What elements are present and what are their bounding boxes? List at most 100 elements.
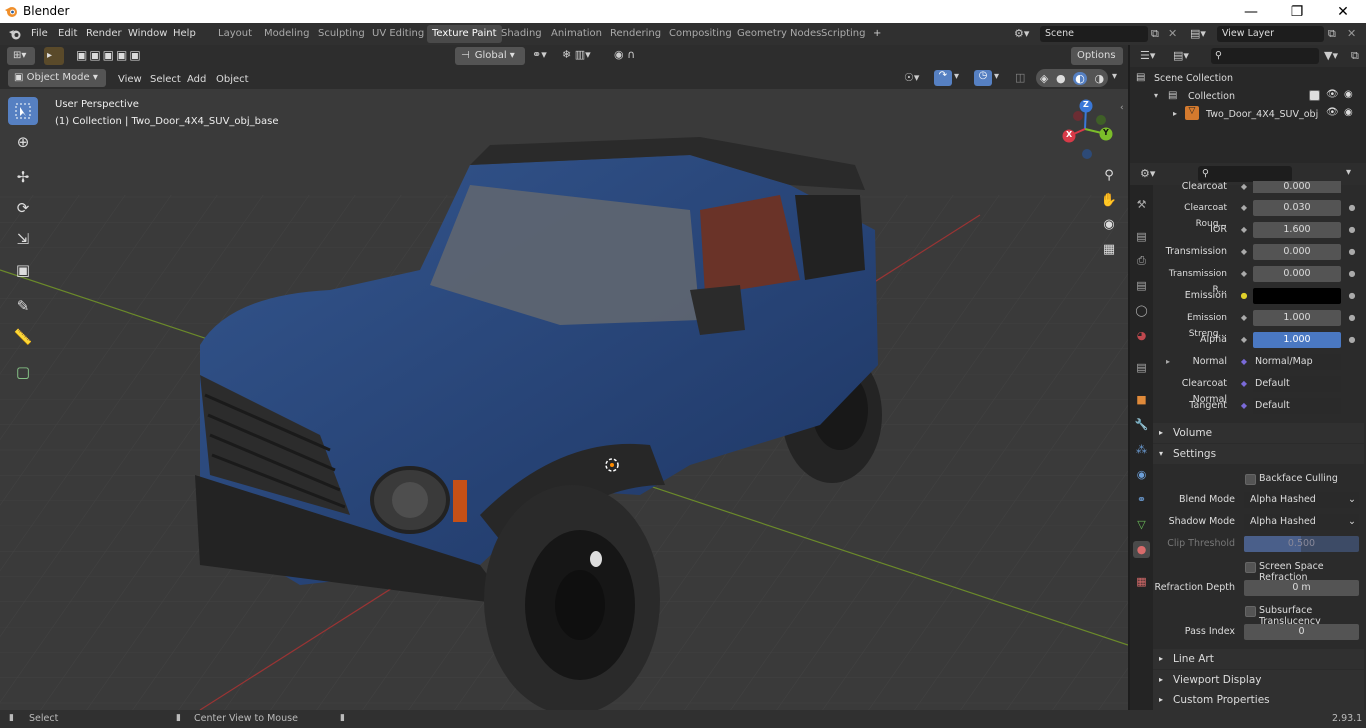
collection-label[interactable]: Collection — [1188, 91, 1235, 102]
render-tab-icon[interactable]: ▤ — [1133, 228, 1150, 245]
shadow-mode-dropdown[interactable]: Alpha Hashed ⌄ — [1244, 514, 1359, 530]
scene-tab-icon[interactable]: ◯ — [1133, 302, 1150, 319]
wireframe-shading-icon[interactable]: ◈ — [1040, 72, 1048, 85]
tab-animation[interactable]: Animation — [546, 25, 607, 43]
material-shading-icon[interactable]: ◐ — [1073, 71, 1087, 85]
remove-scene-icon[interactable]: ✕ — [1168, 27, 1177, 40]
prop-value-clearcoat-roughness[interactable]: 0.030 — [1253, 200, 1341, 216]
shading-dropdown-icon[interactable]: ▾ — [1112, 71, 1117, 82]
solid-shading-icon[interactable]: ● — [1056, 72, 1066, 85]
overlays-dropdown-icon[interactable]: ▾ — [994, 71, 999, 82]
animate-dot-icon[interactable]: ● — [1347, 266, 1357, 282]
object-tab-icon[interactable]: ■ — [1133, 391, 1150, 408]
prop-value-transmission[interactable]: 0.000 — [1253, 244, 1341, 260]
pivot-point-icon[interactable]: ⚭▾ — [532, 48, 547, 61]
rotate-tool[interactable]: ⟳ — [8, 194, 38, 222]
scene-name-field[interactable]: Scene — [1040, 26, 1148, 42]
view-layer-tab-icon[interactable]: ▤ — [1133, 277, 1150, 294]
editor-type-icon[interactable]: ⊞▾ — [7, 47, 35, 65]
world-tab-icon[interactable]: ◕ — [1133, 327, 1150, 344]
properties-search-input[interactable]: ⚲ — [1198, 166, 1292, 182]
animate-dot-icon[interactable]: ● — [1347, 332, 1357, 348]
particles-tab-icon[interactable]: ⁂ — [1133, 441, 1150, 458]
minimize-icon[interactable]: — — [1228, 0, 1274, 23]
expand-object-icon[interactable]: ▸ — [1173, 109, 1177, 118]
collection-render-camera-icon[interactable]: ◉ — [1344, 89, 1353, 100]
measure-tool[interactable]: 📏 — [8, 323, 38, 351]
animate-dot-icon[interactable]: ● — [1347, 310, 1357, 326]
vector-socket-icon[interactable]: ◆ — [1239, 354, 1249, 370]
keyframe-dot-icon[interactable]: ◆ — [1239, 332, 1249, 348]
prop-value-tangent[interactable]: Default — [1253, 398, 1341, 414]
emission-color-swatch[interactable] — [1253, 288, 1341, 304]
viewport-menu-view[interactable]: View — [118, 72, 142, 88]
move-tool[interactable]: ✢ — [8, 163, 38, 191]
xray-icon[interactable]: ◫ — [1015, 71, 1025, 84]
new-scene-icon[interactable]: ⧉ — [1151, 27, 1159, 41]
ssr-checkbox[interactable] — [1245, 562, 1256, 573]
pan-hand-icon[interactable]: ✋ — [1097, 188, 1121, 212]
3d-viewport[interactable] — [0, 45, 1128, 710]
vector-socket-icon[interactable]: ◆ — [1239, 398, 1249, 414]
menu-help[interactable]: Help — [173, 26, 196, 42]
menu-file[interactable]: File — [31, 26, 48, 42]
viewport-display-panel-header[interactable]: ▸ Viewport Display — [1153, 670, 1364, 690]
filter-icon[interactable]: ▼▾ — [1324, 49, 1338, 62]
tab-layout[interactable]: Layout — [213, 25, 257, 43]
outliner-search-input[interactable]: ⚲ — [1211, 48, 1319, 64]
maximize-icon[interactable]: ❐ — [1274, 0, 1320, 23]
color-socket-icon[interactable]: ● — [1239, 288, 1249, 304]
blend-mode-dropdown[interactable]: Alpha Hashed ⌄ — [1244, 492, 1359, 508]
selection-modes-icon[interactable]: ▣▣▣▣▣ — [76, 48, 143, 62]
object-mode-dropdown[interactable]: ▣ Object Mode ▾ — [8, 69, 106, 87]
overlays-toggle-icon[interactable]: ◷ — [974, 70, 992, 86]
tab-modeling[interactable]: Modeling — [259, 25, 315, 43]
expand-collection-icon[interactable]: ▾ — [1154, 91, 1158, 100]
prop-value-alpha[interactable]: 1.000 — [1253, 332, 1341, 348]
menu-window[interactable]: Window — [128, 26, 167, 42]
keyframe-dot-icon[interactable]: ◆ — [1239, 266, 1249, 282]
object-visibility-eye-icon[interactable]: 👁 — [1326, 107, 1339, 118]
tab-uv-editing[interactable]: UV Editing — [367, 25, 429, 43]
tab-compositing[interactable]: Compositing — [664, 25, 737, 43]
animate-dot-icon[interactable]: ● — [1347, 222, 1357, 238]
clip-threshold-field[interactable]: 0.500 — [1244, 536, 1359, 552]
tab-rendering[interactable]: Rendering — [605, 25, 666, 43]
refraction-depth-field[interactable]: 0 m — [1244, 580, 1359, 596]
blender-menu-icon[interactable] — [8, 27, 22, 41]
snap-icon[interactable]: ❄ ▥▾ — [562, 48, 591, 61]
viewport-menu-add[interactable]: Add — [187, 72, 206, 88]
scene-collection-label[interactable]: Scene Collection — [1154, 73, 1233, 84]
new-collection-icon[interactable]: ⧉ — [1351, 49, 1359, 63]
prop-value-normal[interactable]: Normal/Map — [1253, 354, 1341, 370]
volume-panel-header[interactable]: ▸ Volume — [1153, 423, 1364, 443]
gizmo-toggle-icon[interactable]: ↷ — [934, 70, 952, 86]
proportional-editing-icon[interactable]: ◉ ∩ — [614, 48, 635, 61]
view-layer-icon[interactable]: ▤▾ — [1190, 27, 1206, 40]
remove-view-layer-icon[interactable]: ✕ — [1347, 27, 1356, 40]
pass-index-field[interactable]: 0 — [1244, 624, 1359, 640]
custom-properties-panel-header[interactable]: ▸ Custom Properties — [1153, 690, 1364, 710]
tab-scripting[interactable]: Scripting — [816, 25, 870, 43]
subsurface-translucency-checkbox[interactable] — [1245, 606, 1256, 617]
menu-edit[interactable]: Edit — [58, 26, 77, 42]
3d-cursor-icon[interactable] — [603, 456, 621, 474]
prop-value-ior[interactable]: 1.600 — [1253, 222, 1341, 238]
rendered-shading-icon[interactable]: ◑ — [1095, 72, 1105, 85]
scene-icon[interactable]: ⚙▾ — [1014, 27, 1029, 40]
physics-tab-icon[interactable]: ◉ — [1133, 466, 1150, 483]
add-cube-tool[interactable]: ▢ — [8, 358, 38, 386]
modifiers-tab-icon[interactable]: 🔧 — [1133, 416, 1150, 433]
object-label[interactable]: Two_Door_4X4_SUV_obj — [1206, 109, 1318, 120]
keyframe-dot-icon[interactable]: ◆ — [1239, 310, 1249, 326]
animate-dot-icon[interactable]: ● — [1347, 200, 1357, 216]
keyframe-dot-icon[interactable]: ◆ — [1239, 244, 1249, 260]
properties-options-icon[interactable]: ▾ — [1346, 167, 1351, 178]
tab-shading[interactable]: Shading — [496, 25, 547, 43]
keyframe-dot-icon[interactable]: ◆ — [1239, 200, 1249, 216]
tab-geometry-nodes[interactable]: Geometry Nodes — [732, 25, 826, 43]
prop-value-transmission-roughness[interactable]: 0.000 — [1253, 266, 1341, 282]
transform-tool[interactable]: ▣ — [8, 256, 38, 284]
line-art-panel-header[interactable]: ▸ Line Art — [1153, 649, 1364, 669]
navigation-gizmo[interactable]: Z Y X — [1057, 96, 1117, 162]
